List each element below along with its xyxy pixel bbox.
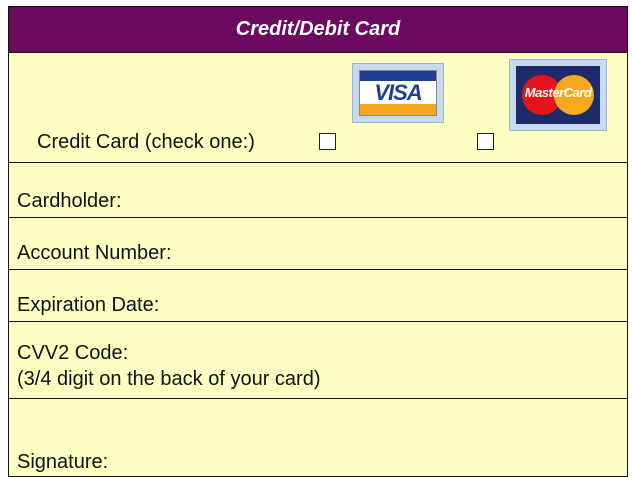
expiration-date-label: Expiration Date: (17, 294, 160, 316)
cvv2-code-field[interactable]: CVV2 Code: (3/4 digit on the back of you… (8, 321, 628, 399)
account-number-field[interactable]: Account Number: (8, 217, 628, 270)
credit-card-row: Credit Card (check one:) VISA MasterCard (8, 52, 628, 163)
mastercard-checkbox[interactable] (477, 133, 494, 150)
expiration-date-field[interactable]: Expiration Date: (8, 269, 628, 322)
cvv2-code-label: CVV2 Code: (17, 342, 129, 364)
signature-label: Signature: (17, 451, 109, 473)
credit-debit-card-form: Credit/Debit Card Credit Card (check one… (8, 6, 628, 477)
visa-checkbox[interactable] (319, 133, 336, 150)
credit-card-label: Credit Card (check one:) (37, 131, 255, 153)
visa-logo-icon: VISA (352, 63, 444, 123)
visa-logo-text: VISA (374, 80, 422, 105)
signature-field[interactable]: Signature: (8, 398, 628, 477)
mastercard-logo-icon: MasterCard (509, 59, 607, 131)
form-title: Credit/Debit Card (235, 18, 401, 40)
cardholder-field[interactable]: Cardholder: (8, 162, 628, 218)
cvv2-hint: (3/4 digit on the back of your card) (17, 368, 321, 390)
account-number-label: Account Number: (17, 242, 172, 264)
mastercard-logo-text: MasterCard (524, 85, 592, 100)
cardholder-label: Cardholder: (17, 190, 122, 212)
form-header: Credit/Debit Card (8, 6, 628, 53)
